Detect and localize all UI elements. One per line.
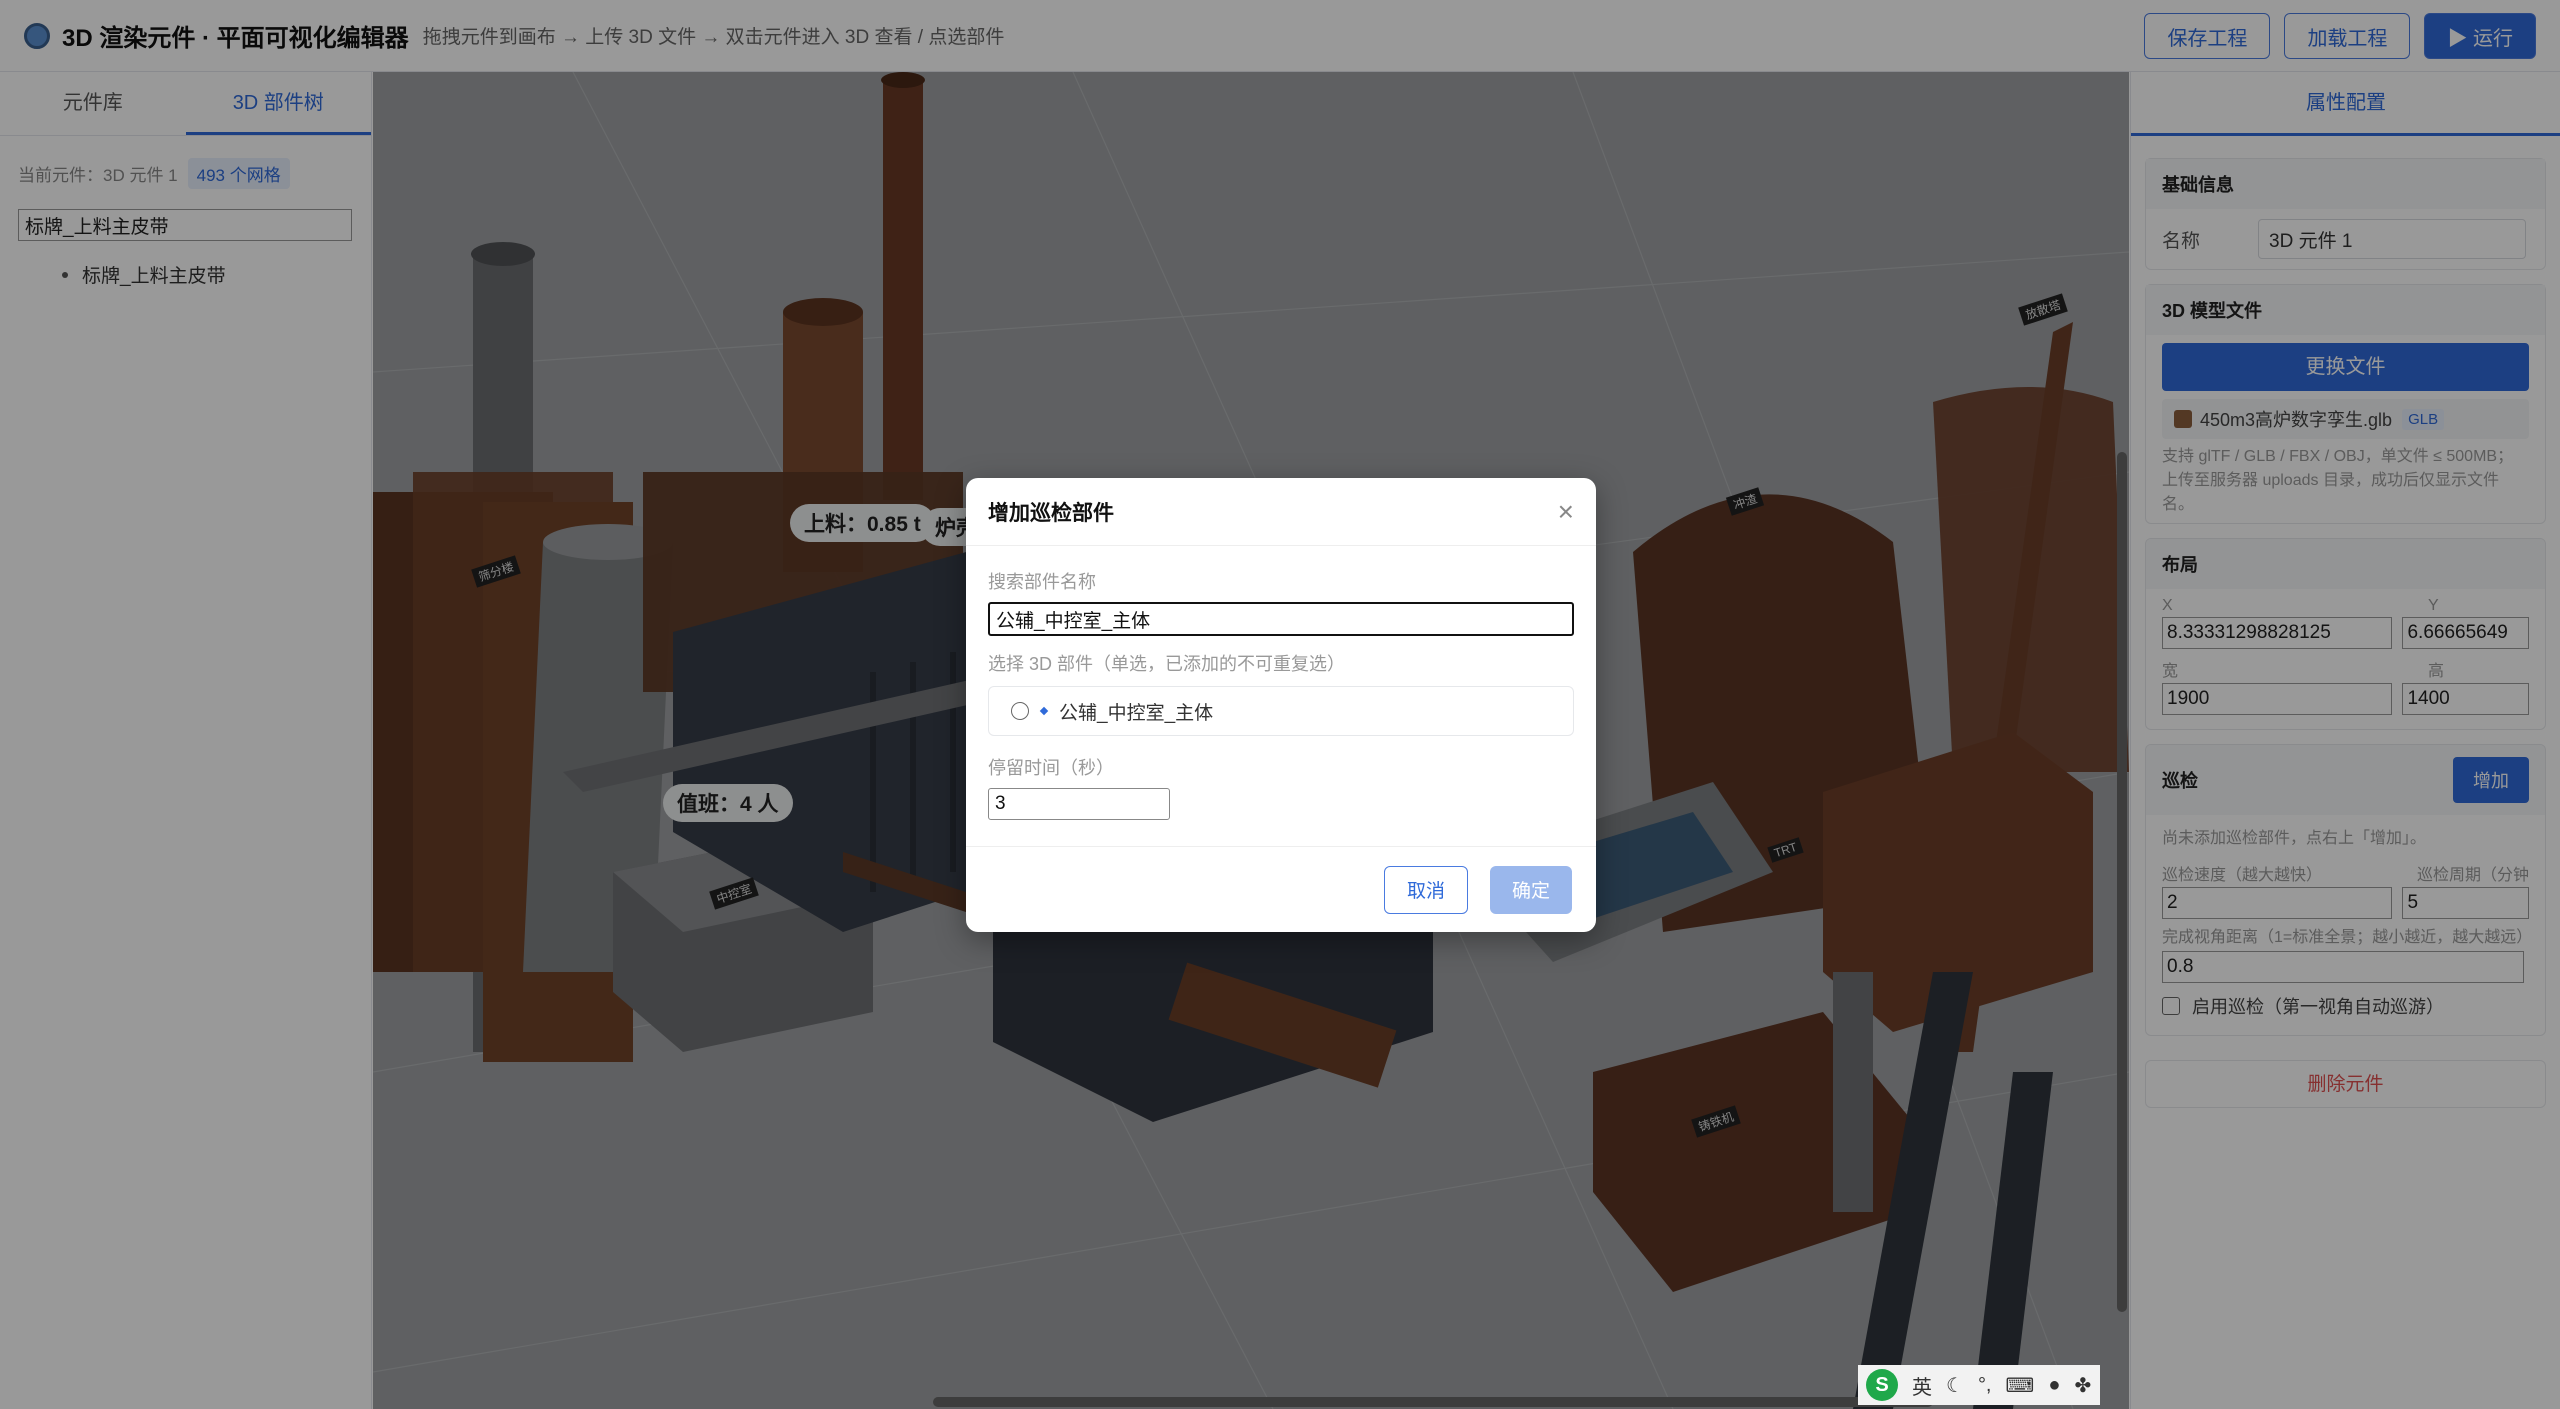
part-option[interactable]: 公辅_中控室_主体: [988, 686, 1574, 736]
ime-toolbar: S 英 ☾ °, ⌨ ● ✤: [1858, 1365, 2100, 1405]
sogou-logo-icon[interactable]: S: [1866, 1369, 1898, 1401]
dialog-footer: 取消 确定: [966, 846, 1596, 932]
radio-button[interactable]: [1011, 702, 1029, 720]
apps-icon[interactable]: ✤: [2074, 1373, 2091, 1398]
confirm-button[interactable]: 确定: [1489, 865, 1572, 914]
part-option-label: 公辅_中控室_主体: [1059, 702, 1214, 724]
add-patrol-part-dialog: 增加巡检部件 × 搜索部件名称 公辅_中控室_主体 选择 3D 部件（单选，已添…: [966, 478, 1596, 932]
cancel-button[interactable]: 取消: [1383, 865, 1468, 914]
punctuation-icon[interactable]: °,: [1978, 1374, 1992, 1397]
search-part-label: 搜索部件名称: [988, 572, 1096, 592]
dialog-title: 增加巡检部件: [988, 501, 1114, 525]
stay-time-label: 停留时间（秒）: [988, 758, 1114, 778]
close-icon[interactable]: ×: [1558, 496, 1574, 528]
stay-time-input[interactable]: 3: [988, 788, 1170, 820]
diamond-icon: [1039, 706, 1049, 716]
user-icon[interactable]: ●: [2048, 1374, 2060, 1397]
ime-language-toggle[interactable]: 英: [1912, 1371, 1932, 1400]
moon-icon[interactable]: ☾: [1946, 1373, 1964, 1398]
select-part-label: 选择 3D 部件（单选，已添加的不可重复选）: [988, 654, 1346, 674]
keyboard-icon[interactable]: ⌨: [2006, 1373, 2035, 1398]
dialog-header: 增加巡检部件 ×: [966, 478, 1596, 546]
search-part-input[interactable]: 公辅_中控室_主体: [988, 602, 1574, 636]
